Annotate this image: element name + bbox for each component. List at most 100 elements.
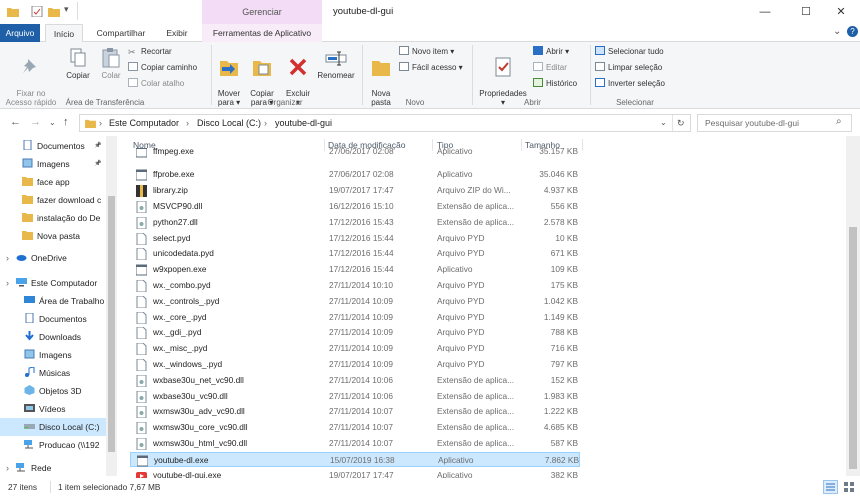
divider <box>672 115 673 131</box>
rename-button[interactable]: Renomear <box>314 47 358 80</box>
file-row[interactable]: wx._gdi_.pyd 27/11/2014 10:09 Arquivo PYD 7… <box>130 325 580 341</box>
file-row[interactable]: ffprobe.exe 27/06/2017 02:08 Aplicativo 35.… <box>130 167 580 183</box>
file-row[interactable]: wx._core_.pyd 27/11/2014 10:09 Arquivo PYD… <box>130 310 580 326</box>
file-row[interactable]: wxmsw30u_html_vc90.dll 27/11/2014 10:07 Ex… <box>130 436 580 452</box>
new-folder-icon[interactable] <box>48 6 60 17</box>
folder-icon <box>7 8 19 17</box>
large-icons-view-icon[interactable] <box>842 480 856 494</box>
edit-button[interactable]: Editar <box>533 62 567 74</box>
file-row[interactable]: wx._controls_.pyd 27/11/2014 10:09 Arquivo… <box>130 294 580 310</box>
address-dropdown-icon[interactable]: ⌄ <box>660 118 667 127</box>
search-box[interactable]: Pesquisar youtube-dl-gui ⌕ <box>697 114 852 132</box>
file-row[interactable]: wxmsw30u_adv_vc90.dll 27/11/2014 10:07 Ext… <box>130 404 580 420</box>
desktop-icon <box>24 296 35 303</box>
file-name: wxmsw30u_adv_vc90.dll <box>153 406 245 417</box>
nav-item[interactable]: Área de Trabalho <box>0 292 106 310</box>
tab-arquivo[interactable]: Arquivo <box>0 24 40 42</box>
nav-scrollbar-thumb[interactable] <box>108 196 115 452</box>
file-type: Arquivo PYD <box>437 232 485 243</box>
collapse-ribbon-icon[interactable]: ⌄ <box>833 26 841 37</box>
file-type: Aplicativo <box>438 454 474 465</box>
recent-locations-chevron-icon[interactable]: ⌄ <box>49 118 56 127</box>
copy-path-button[interactable]: Copiar caminho <box>128 62 197 74</box>
file-row[interactable]: wxbase30u_vc90.dll 27/11/2014 10:06 Extens… <box>130 389 580 405</box>
breadcrumb-chevron-icon[interactable]: › <box>264 118 267 128</box>
file-row[interactable]: wxmsw30u_core_vc90.dll 27/11/2014 10:07 Ex… <box>130 420 580 436</box>
easy-access-button[interactable]: Fácil acesso ▾ <box>399 62 463 74</box>
file-name: wx._combo.pyd <box>153 279 211 290</box>
nav-item[interactable]: OneDrive › <box>0 249 106 267</box>
forward-arrow-icon[interactable]: → <box>30 116 41 128</box>
file-icon <box>136 295 147 308</box>
file-row[interactable]: wx._combo.pyd 27/11/2014 10:10 Arquivo PYD… <box>130 278 580 294</box>
expand-chevron-icon[interactable]: › <box>6 274 9 292</box>
file-type: Extensão de aplica... <box>437 437 515 448</box>
tab-ferramentas-aplicativo[interactable]: Ferramentas de Aplicativo <box>202 24 322 42</box>
quick-access-dropdown-icon[interactable]: ▾ <box>64 4 69 15</box>
paste-shortcut-button[interactable]: Colar atalho <box>128 78 184 90</box>
breadcrumb-disco-local[interactable]: Disco Local (C:) <box>197 118 261 128</box>
up-arrow-icon[interactable]: ↑ <box>63 116 69 128</box>
file-row[interactable]: youtube-dl.exe 15/07/2019 16:38 Aplicativo… <box>130 451 580 468</box>
nav-item[interactable]: Este Computador › <box>0 274 106 292</box>
properties-icon[interactable] <box>31 6 43 17</box>
nav-item[interactable]: Nova pasta <box>0 227 106 245</box>
file-row[interactable]: python27.dll 17/12/2016 15:43 Extensão de … <box>130 215 580 231</box>
invert-selection-button[interactable]: Inverter seleção <box>595 78 665 90</box>
maximize-button[interactable]: ☐ <box>787 0 825 24</box>
nav-item[interactable]: Vídeos <box>0 400 106 418</box>
nav-item[interactable]: Disco Local (C:) <box>0 418 106 436</box>
file-row[interactable]: MSVCP90.dll 16/12/2016 15:10 Extensão de a… <box>130 199 580 215</box>
open-button[interactable]: Abrir ▾ <box>533 46 569 58</box>
nav-item[interactable]: Downloads <box>0 328 106 346</box>
expand-chevron-icon[interactable]: › <box>6 249 9 267</box>
file-row[interactable]: wxbase30u_net_vc90.dll 27/11/2014 10:06 Ex… <box>130 373 580 389</box>
list-scrollbar-thumb[interactable] <box>849 227 857 469</box>
select-all-button[interactable]: Selecionar tudo <box>595 46 664 58</box>
breadcrumb-este-computador[interactable]: Este Computador <box>109 118 179 128</box>
nav-item[interactable]: Documentos <box>0 310 106 328</box>
help-icon[interactable]: ? <box>847 26 858 37</box>
paste-button[interactable]: Colar <box>96 47 126 80</box>
minimize-button[interactable]: — <box>746 0 784 24</box>
breadcrumb-chevron-icon[interactable]: › <box>186 118 189 128</box>
search-icon[interactable]: ⌕ <box>836 116 842 127</box>
clear-selection-button[interactable]: Limpar seleção <box>595 62 662 74</box>
nav-item[interactable]: fazer download c <box>0 191 106 209</box>
details-view-icon[interactable] <box>823 480 838 494</box>
new-item-button[interactable]: Novo item ▾ <box>399 46 454 58</box>
tab-exibir[interactable]: Exibir <box>158 24 196 42</box>
back-arrow-icon[interactable]: ← <box>10 116 21 128</box>
breadcrumb-chevron-icon[interactable]: › <box>99 118 102 128</box>
file-row[interactable]: wx._misc_.pyd 27/11/2014 10:09 Arquivo PYD… <box>130 341 580 357</box>
address-bar[interactable]: › Este Computador › Disco Local (C:) › y… <box>79 114 691 132</box>
nav-item-label: fazer download c <box>37 195 102 205</box>
nav-item[interactable]: Objetos 3D <box>0 382 106 400</box>
history-button[interactable]: Histórico <box>533 78 577 90</box>
refresh-icon[interactable]: ↻ <box>677 118 685 129</box>
close-button[interactable]: ✕ <box>822 0 860 24</box>
file-size: 35.157 KB <box>539 147 578 156</box>
file-row[interactable]: ffmpeg.exe 27/06/2017 02:08 Aplicativo 35.1… <box>130 147 580 160</box>
nav-item[interactable]: Rede › <box>0 459 106 477</box>
file-row[interactable]: unicodedata.pyd 17/12/2016 15:44 Arquivo P… <box>130 246 580 262</box>
cut-button[interactable]: ✂ Recortar <box>128 46 172 58</box>
expand-chevron-icon[interactable]: › <box>6 459 9 477</box>
nav-item[interactable]: Producao (\\192 <box>0 436 106 454</box>
nav-item[interactable]: instalação do De <box>0 209 106 227</box>
file-row[interactable]: library.zip 19/07/2017 17:47 Arquivo ZIP d… <box>130 183 580 199</box>
tab-inicio[interactable]: Início <box>45 24 83 43</box>
nav-item[interactable]: Documentos 📌 <box>0 137 106 155</box>
file-row[interactable]: wx._windows_.pyd 27/11/2014 10:09 Arquivo … <box>130 357 580 373</box>
nav-item[interactable]: Imagens 📌 <box>0 155 106 173</box>
nav-item[interactable]: face app <box>0 173 106 191</box>
nav-item[interactable]: Músicas <box>0 364 106 382</box>
file-row[interactable]: w9xpopen.exe 17/12/2016 15:44 Aplicativo 10… <box>130 262 580 278</box>
nav-item[interactable]: Imagens <box>0 346 106 364</box>
tab-compartilhar[interactable]: Compartilhar <box>90 24 152 42</box>
breadcrumb-youtube-dl-gui[interactable]: youtube-dl-gui <box>275 118 332 128</box>
dll-file-icon <box>136 437 147 450</box>
file-row[interactable]: select.pyd 17/12/2016 15:44 Arquivo PYD 10 … <box>130 231 580 247</box>
copy-button[interactable]: Copiar <box>62 47 94 80</box>
file-size: 2.578 KB <box>543 216 578 227</box>
